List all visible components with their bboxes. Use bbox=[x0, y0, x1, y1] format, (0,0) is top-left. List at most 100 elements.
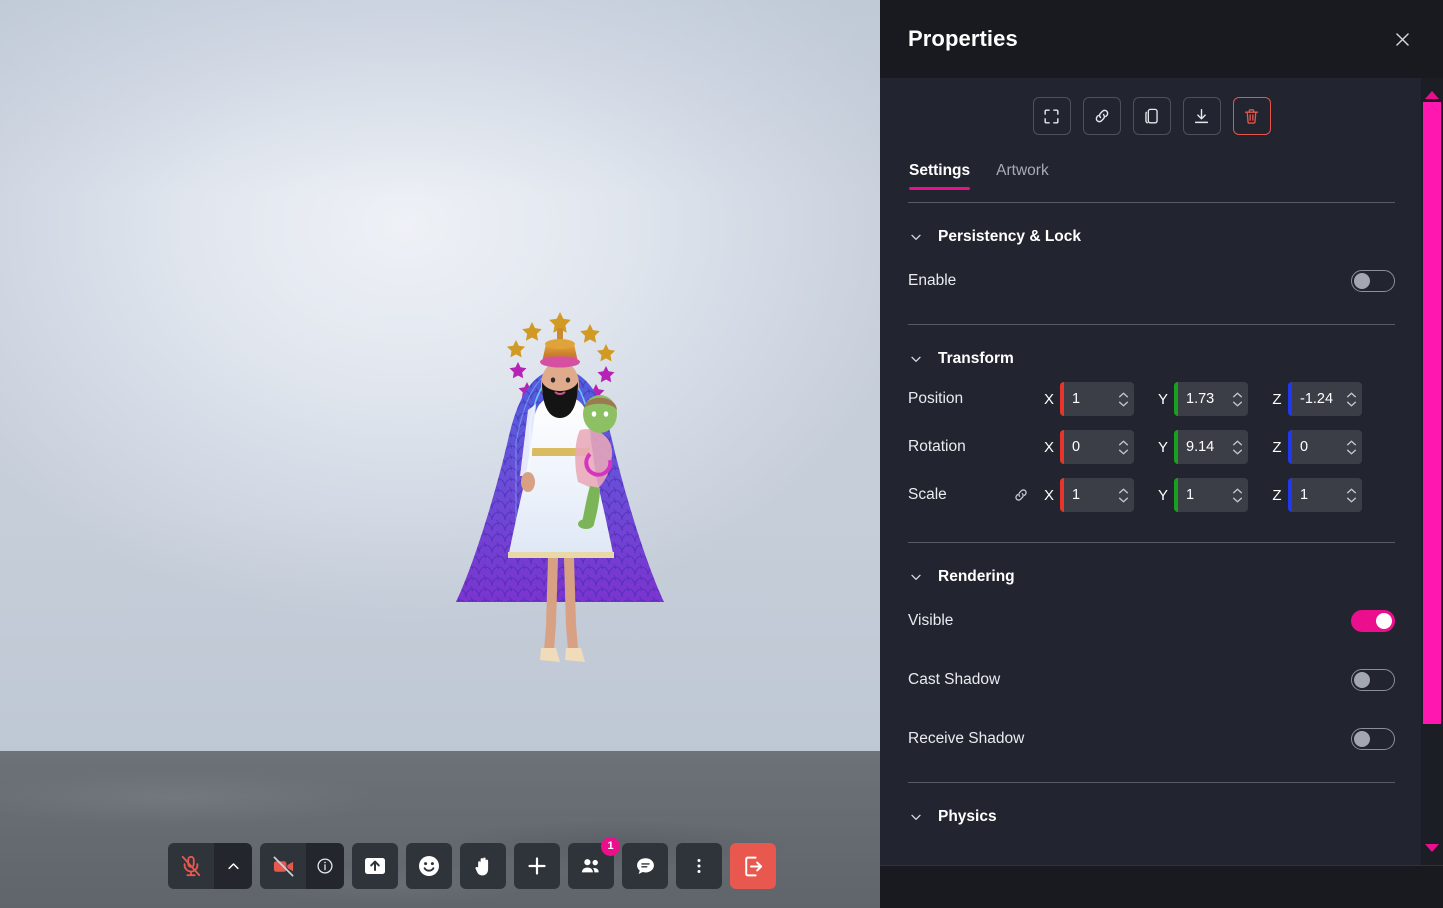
duplicate-button[interactable] bbox=[1133, 97, 1171, 135]
rendering-visible-toggle[interactable] bbox=[1351, 610, 1395, 632]
transform-row-label: Rotation bbox=[908, 438, 1004, 456]
chat-bubble-icon bbox=[634, 855, 657, 878]
connection-info-button[interactable] bbox=[306, 843, 344, 889]
scale-y-stepper[interactable] bbox=[1232, 478, 1243, 512]
more-options-button[interactable] bbox=[676, 843, 722, 889]
focus-frame-button[interactable] bbox=[1033, 97, 1071, 135]
download-button[interactable] bbox=[1183, 97, 1221, 135]
triangle-up-icon bbox=[1425, 91, 1439, 99]
avatar-crown bbox=[540, 328, 580, 368]
meeting-toolbar: 1 bbox=[168, 843, 776, 889]
scale-x-field[interactable] bbox=[1060, 478, 1134, 512]
position-y-stepper[interactable] bbox=[1232, 382, 1243, 416]
section-title: Transform bbox=[938, 350, 1014, 368]
position-y-field[interactable] bbox=[1174, 382, 1248, 416]
triangle-down-icon bbox=[1425, 844, 1439, 852]
rendering-visible-label: Visible bbox=[908, 612, 953, 630]
participants-button[interactable]: 1 bbox=[568, 843, 614, 889]
chevron-down-icon bbox=[908, 809, 924, 825]
scroll-up-button[interactable] bbox=[1421, 88, 1443, 102]
rendering-receive-shadow-label: Receive Shadow bbox=[908, 730, 1024, 748]
duplicate-icon bbox=[1142, 107, 1161, 126]
scale-z-field[interactable] bbox=[1288, 478, 1362, 512]
3d-viewport[interactable] bbox=[0, 0, 880, 908]
scale-x-stepper[interactable] bbox=[1118, 478, 1129, 512]
camera-muted-button[interactable] bbox=[260, 843, 306, 889]
delete-button[interactable] bbox=[1233, 97, 1271, 135]
add-content-button[interactable] bbox=[514, 843, 560, 889]
plus-icon bbox=[525, 854, 549, 878]
audio-options-button[interactable] bbox=[214, 843, 252, 889]
panel-header: Properties bbox=[880, 0, 1443, 78]
object-actions-row bbox=[908, 78, 1395, 135]
info-icon bbox=[316, 857, 334, 875]
frame-icon bbox=[1042, 107, 1061, 126]
rendering-receive-shadow-toggle[interactable] bbox=[1351, 728, 1395, 750]
trash-icon bbox=[1242, 107, 1261, 126]
scale-z-stepper[interactable] bbox=[1346, 478, 1357, 512]
properties-panel: Properties bbox=[880, 0, 1443, 908]
raise-hand-button[interactable] bbox=[460, 843, 506, 889]
section-physics[interactable]: Physics bbox=[908, 808, 1395, 826]
video-off-icon bbox=[272, 855, 295, 878]
axis-label-z: Z bbox=[1266, 487, 1288, 504]
position-x-field[interactable] bbox=[1060, 382, 1134, 416]
chevron-down-icon bbox=[908, 569, 924, 585]
rotation-z-stepper[interactable] bbox=[1346, 430, 1357, 464]
rotation-y-field[interactable] bbox=[1174, 430, 1248, 464]
copy-link-button[interactable] bbox=[1083, 97, 1121, 135]
microphone-muted-button[interactable] bbox=[168, 843, 214, 889]
scale-y-field[interactable] bbox=[1174, 478, 1248, 512]
leave-room-button[interactable] bbox=[730, 843, 776, 889]
position-x-stepper[interactable] bbox=[1118, 382, 1129, 416]
link-icon bbox=[1012, 486, 1030, 504]
persistency-enable-label: Enable bbox=[908, 272, 956, 290]
hand-icon bbox=[472, 855, 495, 878]
section-title: Rendering bbox=[938, 568, 1015, 586]
transform-row-label: Scale bbox=[908, 486, 1004, 504]
scale-lock-link-icon[interactable] bbox=[1004, 486, 1038, 504]
scroll-down-button[interactable] bbox=[1421, 841, 1443, 855]
section-title: Persistency & Lock bbox=[938, 228, 1081, 246]
position-z-stepper[interactable] bbox=[1346, 382, 1357, 416]
chevron-up-icon bbox=[226, 859, 241, 874]
tab-artwork[interactable]: Artwork bbox=[996, 162, 1049, 190]
panel-scrollbar[interactable] bbox=[1421, 78, 1443, 865]
smiley-icon bbox=[417, 854, 441, 878]
persistency-enable-row: Enable bbox=[908, 264, 1395, 298]
rotation-x-stepper[interactable] bbox=[1118, 430, 1129, 464]
close-panel-button[interactable] bbox=[1385, 22, 1419, 56]
scrollbar-thumb[interactable] bbox=[1423, 102, 1441, 724]
exit-icon bbox=[741, 854, 766, 879]
participants-badge: 1 bbox=[601, 837, 620, 856]
transform-row-rotation: Rotation X Y bbox=[908, 430, 1395, 464]
rotation-y-stepper[interactable] bbox=[1232, 430, 1243, 464]
position-z-field[interactable] bbox=[1288, 382, 1362, 416]
page-title: Properties bbox=[908, 26, 1018, 52]
tabs-divider bbox=[908, 202, 1395, 203]
upload-box-icon bbox=[362, 853, 388, 879]
rendering-cast-shadow-label: Cast Shadow bbox=[908, 671, 1000, 689]
kebab-menu-icon bbox=[689, 856, 709, 876]
camera-control-group bbox=[260, 843, 344, 889]
download-icon bbox=[1192, 107, 1211, 126]
chat-button[interactable] bbox=[622, 843, 668, 889]
section-transform[interactable]: Transform bbox=[908, 350, 1395, 368]
reactions-button[interactable] bbox=[406, 843, 452, 889]
chevron-down-icon bbox=[908, 229, 924, 245]
rotation-x-field[interactable] bbox=[1060, 430, 1134, 464]
persistency-enable-toggle[interactable] bbox=[1351, 270, 1395, 292]
rendering-cast-shadow-row: Cast Shadow bbox=[908, 663, 1395, 697]
tab-settings[interactable]: Settings bbox=[909, 162, 970, 190]
axis-label-y: Y bbox=[1152, 391, 1174, 408]
close-icon bbox=[1393, 30, 1412, 49]
section-title: Physics bbox=[938, 808, 997, 826]
section-persistency-lock[interactable]: Persistency & Lock bbox=[908, 228, 1395, 246]
rendering-cast-shadow-toggle[interactable] bbox=[1351, 669, 1395, 691]
chevron-down-icon bbox=[908, 351, 924, 367]
religious-figure-avatar[interactable] bbox=[440, 300, 680, 680]
share-screen-button[interactable] bbox=[352, 843, 398, 889]
section-rendering[interactable]: Rendering bbox=[908, 568, 1395, 586]
rotation-z-field[interactable] bbox=[1288, 430, 1362, 464]
transform-divider bbox=[908, 542, 1395, 543]
